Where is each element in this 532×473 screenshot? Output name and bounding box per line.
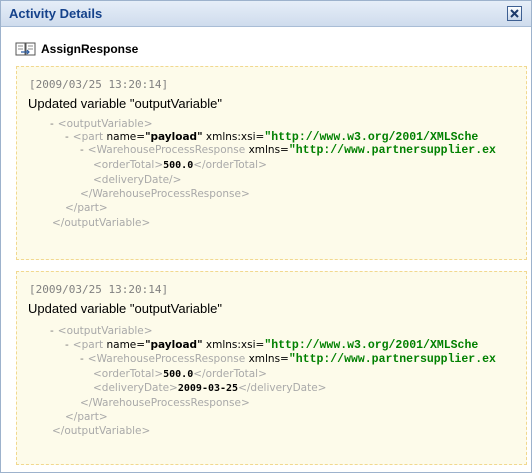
xml-part-close: </part> bbox=[65, 202, 108, 214]
xml-delivery-date: <deliveryDate>2009-03-25</deliveryDate> bbox=[93, 382, 327, 394]
close-button[interactable] bbox=[507, 6, 522, 21]
assign-activity-icon bbox=[15, 42, 36, 56]
log-entry: [2009/03/25 13:20:14] Updated variable "… bbox=[16, 271, 527, 465]
xml-part-close: </part> bbox=[65, 411, 108, 423]
entry-message: Updated variable "outputVariable" bbox=[28, 301, 223, 316]
entry-timestamp: [2009/03/25 13:20:14] bbox=[29, 78, 169, 91]
window-title: Activity Details bbox=[9, 6, 103, 21]
xml-output-variable-close: </outputVariable> bbox=[52, 425, 151, 437]
order-total-value: 500.0 bbox=[163, 369, 194, 380]
xml-order-total: <orderTotal>500.0</orderTotal> bbox=[93, 159, 267, 171]
log-entry: [2009/03/25 13:20:14] Updated variable "… bbox=[16, 66, 527, 260]
xml-part-open: - <part name="payload" xmlns:xsi="http://… bbox=[65, 339, 479, 352]
title-bar[interactable]: Activity Details bbox=[1, 1, 531, 27]
collapse-toggle[interactable]: - bbox=[50, 325, 54, 337]
collapse-toggle[interactable]: - bbox=[65, 339, 69, 351]
xml-response-open: - <WarehouseProcessResponse xmlns="http:/… bbox=[80, 353, 496, 366]
xml-response-close: </WarehouseProcessResponse> bbox=[80, 188, 250, 200]
activity-name: AssignResponse bbox=[41, 42, 139, 56]
entry-message: Updated variable "outputVariable" bbox=[28, 96, 223, 111]
close-icon bbox=[510, 9, 519, 18]
xml-output-variable-open: - <outputVariable> bbox=[50, 118, 153, 130]
collapse-toggle[interactable]: - bbox=[50, 118, 54, 130]
collapse-toggle[interactable]: - bbox=[80, 353, 84, 365]
collapse-toggle[interactable]: - bbox=[80, 144, 84, 156]
order-total-value: 500.0 bbox=[163, 160, 194, 171]
xml-output-variable-open: - <outputVariable> bbox=[50, 325, 153, 337]
xml-delivery-date: <deliveryDate/> bbox=[93, 174, 182, 186]
xml-response-close: </WarehouseProcessResponse> bbox=[80, 397, 250, 409]
delivery-date-value: 2009-03-25 bbox=[177, 383, 239, 394]
entry-timestamp: [2009/03/25 13:20:14] bbox=[29, 283, 169, 296]
activity-details-window: Activity Details AssignResponse [2009/03… bbox=[0, 0, 532, 473]
xml-response-open: - <WarehouseProcessResponse xmlns="http:/… bbox=[80, 144, 496, 157]
collapse-toggle[interactable]: - bbox=[65, 131, 69, 143]
xml-output-variable-close: </outputVariable> bbox=[52, 217, 151, 229]
xml-part-open: - <part name="payload" xmlns:xsi="http://… bbox=[65, 131, 479, 144]
xml-order-total: <orderTotal>500.0</orderTotal> bbox=[93, 368, 267, 380]
